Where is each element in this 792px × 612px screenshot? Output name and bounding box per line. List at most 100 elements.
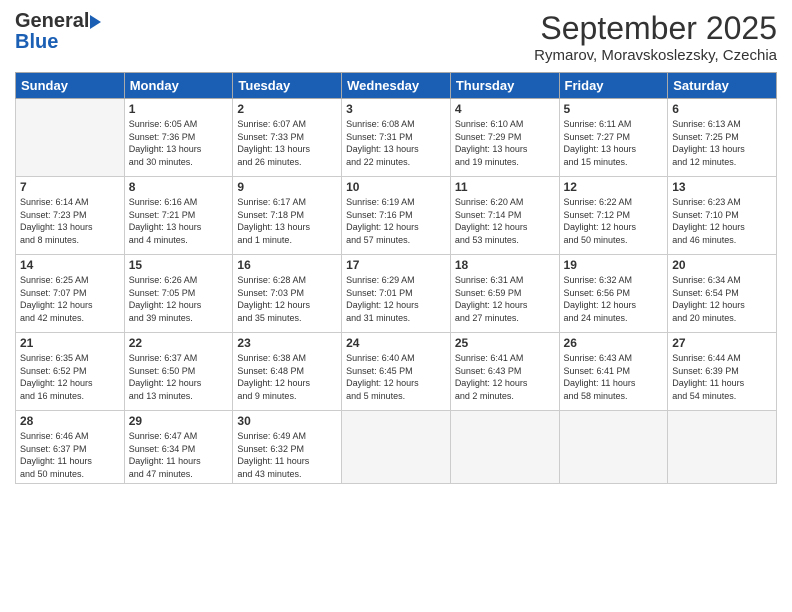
day-info: Sunrise: 6:35 AM Sunset: 6:52 PM Dayligh… bbox=[20, 352, 120, 402]
day-info: Sunrise: 6:23 AM Sunset: 7:10 PM Dayligh… bbox=[672, 196, 772, 246]
day-info: Sunrise: 6:05 AM Sunset: 7:36 PM Dayligh… bbox=[129, 118, 229, 168]
day-number: 8 bbox=[129, 180, 229, 194]
calendar-cell: 30Sunrise: 6:49 AM Sunset: 6:32 PM Dayli… bbox=[233, 411, 342, 484]
day-info: Sunrise: 6:19 AM Sunset: 7:16 PM Dayligh… bbox=[346, 196, 446, 246]
day-info: Sunrise: 6:38 AM Sunset: 6:48 PM Dayligh… bbox=[237, 352, 337, 402]
day-info: Sunrise: 6:46 AM Sunset: 6:37 PM Dayligh… bbox=[20, 430, 120, 480]
weekday-header-saturday: Saturday bbox=[668, 73, 777, 99]
day-number: 25 bbox=[455, 336, 555, 350]
logo: General Blue bbox=[15, 10, 102, 54]
header: General Blue September 2025 Rymarov, Mor… bbox=[15, 10, 777, 64]
day-info: Sunrise: 6:20 AM Sunset: 7:14 PM Dayligh… bbox=[455, 196, 555, 246]
calendar-cell: 7 Sunrise: 6:14 AM Sunset: 7:23 PM Daylig… bbox=[16, 177, 125, 255]
day-info: Sunrise: 6:44 AM Sunset: 6:39 PM Dayligh… bbox=[672, 352, 772, 402]
calendar-cell: 18 Sunrise: 6:31 AM Sunset: 6:59 PM Dayli… bbox=[450, 255, 559, 333]
calendar-cell bbox=[16, 99, 125, 177]
location: Rymarov, Moravskoslezsky, Czechia bbox=[534, 47, 777, 64]
calendar-cell: 19 Sunrise: 6:32 AM Sunset: 6:56 PM Dayli… bbox=[559, 255, 668, 333]
week-row-3: 14 Sunrise: 6:25 AM Sunset: 7:07 PM Dayli… bbox=[16, 255, 777, 333]
day-info: Sunrise: 6:32 AM Sunset: 6:56 PM Dayligh… bbox=[564, 274, 664, 324]
calendar-cell: 10 Sunrise: 6:19 AM Sunset: 7:16 PM Dayli… bbox=[342, 177, 451, 255]
calendar-cell: 17Sunrise: 6:29 AM Sunset: 7:01 PM Dayli… bbox=[342, 255, 451, 333]
weekday-header-wednesday: Wednesday bbox=[342, 73, 451, 99]
day-info: Sunrise: 6:07 AM Sunset: 7:33 PM Dayligh… bbox=[237, 118, 337, 168]
day-info: Sunrise: 6:17 AM Sunset: 7:18 PM Dayligh… bbox=[237, 196, 337, 246]
calendar-cell: 15Sunrise: 6:26 AM Sunset: 7:05 PM Dayli… bbox=[124, 255, 233, 333]
day-info: Sunrise: 6:31 AM Sunset: 6:59 PM Dayligh… bbox=[455, 274, 555, 324]
calendar-cell: 12 Sunrise: 6:22 AM Sunset: 7:12 PM Dayli… bbox=[559, 177, 668, 255]
week-row-2: 7 Sunrise: 6:14 AM Sunset: 7:23 PM Daylig… bbox=[16, 177, 777, 255]
day-info: Sunrise: 6:14 AM Sunset: 7:23 PM Dayligh… bbox=[20, 196, 120, 246]
day-info: Sunrise: 6:08 AM Sunset: 7:31 PM Dayligh… bbox=[346, 118, 446, 168]
calendar-cell: 13 Sunrise: 6:23 AM Sunset: 7:10 PM Dayli… bbox=[668, 177, 777, 255]
calendar-cell: 27 Sunrise: 6:44 AM Sunset: 6:39 PM Dayli… bbox=[668, 333, 777, 411]
day-info: Sunrise: 6:28 AM Sunset: 7:03 PM Dayligh… bbox=[237, 274, 337, 324]
day-number: 6 bbox=[672, 102, 772, 116]
calendar-cell bbox=[450, 411, 559, 484]
calendar-cell: 8Sunrise: 6:16 AM Sunset: 7:21 PM Daylig… bbox=[124, 177, 233, 255]
calendar-cell bbox=[559, 411, 668, 484]
day-info: Sunrise: 6:37 AM Sunset: 6:50 PM Dayligh… bbox=[129, 352, 229, 402]
day-number: 23 bbox=[237, 336, 337, 350]
calendar-cell: 24Sunrise: 6:40 AM Sunset: 6:45 PM Dayli… bbox=[342, 333, 451, 411]
calendar-cell: 2 Sunrise: 6:07 AM Sunset: 7:33 PM Daylig… bbox=[233, 99, 342, 177]
calendar-cell: 20Sunrise: 6:34 AM Sunset: 6:54 PM Dayli… bbox=[668, 255, 777, 333]
week-row-5: 28 Sunrise: 6:46 AM Sunset: 6:37 PM Dayli… bbox=[16, 411, 777, 484]
day-info: Sunrise: 6:13 AM Sunset: 7:25 PM Dayligh… bbox=[672, 118, 772, 168]
day-info: Sunrise: 6:47 AM Sunset: 6:34 PM Dayligh… bbox=[129, 430, 229, 480]
day-info: Sunrise: 6:29 AM Sunset: 7:01 PM Dayligh… bbox=[346, 274, 446, 324]
page-container: General Blue September 2025 Rymarov, Mor… bbox=[0, 0, 792, 494]
calendar-cell: 14 Sunrise: 6:25 AM Sunset: 7:07 PM Dayli… bbox=[16, 255, 125, 333]
calendar-cell: 28 Sunrise: 6:46 AM Sunset: 6:37 PM Dayli… bbox=[16, 411, 125, 484]
calendar-cell: 23 Sunrise: 6:38 AM Sunset: 6:48 PM Dayli… bbox=[233, 333, 342, 411]
logo-general: General bbox=[15, 10, 89, 33]
calendar-cell: 5Sunrise: 6:11 AM Sunset: 7:27 PM Daylig… bbox=[559, 99, 668, 177]
day-number: 14 bbox=[20, 258, 120, 272]
day-info: Sunrise: 6:41 AM Sunset: 6:43 PM Dayligh… bbox=[455, 352, 555, 402]
day-info: Sunrise: 6:10 AM Sunset: 7:29 PM Dayligh… bbox=[455, 118, 555, 168]
day-number: 28 bbox=[20, 414, 120, 428]
logo-blue: Blue bbox=[15, 31, 58, 54]
calendar-cell: 3 Sunrise: 6:08 AM Sunset: 7:31 PM Daylig… bbox=[342, 99, 451, 177]
day-number: 27 bbox=[672, 336, 772, 350]
day-number: 3 bbox=[346, 102, 446, 116]
day-info: Sunrise: 6:11 AM Sunset: 7:27 PM Dayligh… bbox=[564, 118, 664, 168]
calendar-cell: 26Sunrise: 6:43 AM Sunset: 6:41 PM Dayli… bbox=[559, 333, 668, 411]
calendar-cell bbox=[668, 411, 777, 484]
day-number: 7 bbox=[20, 180, 120, 194]
day-number: 21 bbox=[20, 336, 120, 350]
calendar-cell: 9Sunrise: 6:17 AM Sunset: 7:18 PM Daylig… bbox=[233, 177, 342, 255]
day-number: 4 bbox=[455, 102, 555, 116]
day-number: 19 bbox=[564, 258, 664, 272]
day-number: 22 bbox=[129, 336, 229, 350]
calendar-cell: 25 Sunrise: 6:41 AM Sunset: 6:43 PM Dayli… bbox=[450, 333, 559, 411]
weekday-header-thursday: Thursday bbox=[450, 73, 559, 99]
weekday-header-friday: Friday bbox=[559, 73, 668, 99]
weekday-header-tuesday: Tuesday bbox=[233, 73, 342, 99]
calendar-table: SundayMondayTuesdayWednesdayThursdayFrid… bbox=[15, 72, 777, 484]
day-number: 1 bbox=[129, 102, 229, 116]
calendar-cell: 4 Sunrise: 6:10 AM Sunset: 7:29 PM Daylig… bbox=[450, 99, 559, 177]
calendar-header-row: SundayMondayTuesdayWednesdayThursdayFrid… bbox=[16, 73, 777, 99]
logo-arrow-icon bbox=[90, 15, 101, 29]
day-number: 29 bbox=[129, 414, 229, 428]
day-number: 15 bbox=[129, 258, 229, 272]
day-number: 13 bbox=[672, 180, 772, 194]
day-number: 18 bbox=[455, 258, 555, 272]
day-number: 2 bbox=[237, 102, 337, 116]
calendar-cell: 16 Sunrise: 6:28 AM Sunset: 7:03 PM Dayli… bbox=[233, 255, 342, 333]
day-info: Sunrise: 6:49 AM Sunset: 6:32 PM Dayligh… bbox=[237, 430, 337, 480]
title-section: September 2025 Rymarov, Moravskoslezsky,… bbox=[534, 10, 777, 64]
day-number: 16 bbox=[237, 258, 337, 272]
week-row-4: 21 Sunrise: 6:35 AM Sunset: 6:52 PM Dayli… bbox=[16, 333, 777, 411]
day-info: Sunrise: 6:40 AM Sunset: 6:45 PM Dayligh… bbox=[346, 352, 446, 402]
day-info: Sunrise: 6:43 AM Sunset: 6:41 PM Dayligh… bbox=[564, 352, 664, 402]
day-number: 12 bbox=[564, 180, 664, 194]
weekday-header-sunday: Sunday bbox=[16, 73, 125, 99]
month-title: September 2025 bbox=[534, 10, 777, 47]
week-row-1: 1 Sunrise: 6:05 AM Sunset: 7:36 PM Daylig… bbox=[16, 99, 777, 177]
day-info: Sunrise: 6:22 AM Sunset: 7:12 PM Dayligh… bbox=[564, 196, 664, 246]
day-info: Sunrise: 6:25 AM Sunset: 7:07 PM Dayligh… bbox=[20, 274, 120, 324]
calendar-cell: 22 Sunrise: 6:37 AM Sunset: 6:50 PM Dayli… bbox=[124, 333, 233, 411]
day-number: 10 bbox=[346, 180, 446, 194]
